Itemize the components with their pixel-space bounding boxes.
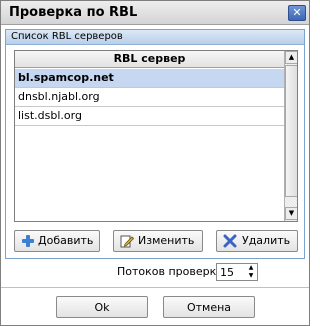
pencil-icon — [120, 235, 134, 248]
cross-icon — [223, 234, 237, 248]
ok-button-label: Ok — [94, 301, 110, 314]
delete-button[interactable]: Удалить — [216, 230, 298, 252]
threads-label: Потоков проверки: — [117, 265, 228, 278]
close-button[interactable]: ✕ — [288, 5, 306, 21]
threads-count-stepper[interactable]: 15 ▲ ▼ — [216, 263, 258, 281]
rbl-check-dialog: Проверка по RBL ✕ Список RBL серверов RB… — [0, 0, 310, 326]
vertical-scrollbar[interactable]: ▲ ▼ — [284, 51, 297, 221]
stepper-down-icon[interactable]: ▼ — [245, 272, 257, 280]
ok-button[interactable]: Ok — [56, 296, 148, 318]
cancel-button[interactable]: Отмена — [163, 296, 255, 318]
rbl-servers-panel: Список RBL серверов RBL сервер bl.spamco… — [5, 29, 305, 259]
edit-button[interactable]: Изменить — [113, 230, 203, 252]
rbl-server-list[interactable]: RBL сервер bl.spamcop.net dnsbl.njabl.or… — [14, 50, 298, 222]
edit-button-label: Изменить — [138, 234, 195, 247]
add-button[interactable]: Добавить — [14, 230, 100, 252]
close-icon: ✕ — [292, 6, 302, 19]
list-item[interactable]: bl.spamcop.net — [15, 69, 284, 88]
scroll-down-button[interactable]: ▼ — [285, 207, 297, 220]
plus-icon — [22, 235, 34, 247]
list-rows: bl.spamcop.net dnsbl.njabl.org list.dsbl… — [15, 69, 284, 126]
stepper-buttons[interactable]: ▲ ▼ — [245, 264, 257, 280]
list-item[interactable]: dnsbl.njabl.org — [15, 88, 284, 107]
arrow-up-icon: ▲ — [288, 53, 295, 61]
panel-header: Список RBL серверов — [6, 30, 304, 45]
divider — [1, 287, 309, 288]
threads-count-value[interactable]: 15 — [220, 266, 234, 279]
panel-title: Список RBL серверов — [11, 31, 123, 42]
stepper-up-icon[interactable]: ▲ — [245, 264, 257, 272]
add-button-label: Добавить — [38, 234, 94, 247]
scrollbar-thumb[interactable] — [285, 65, 297, 197]
scroll-up-button[interactable]: ▲ — [285, 51, 297, 64]
delete-button-label: Удалить — [242, 234, 291, 247]
window-title: Проверка по RBL — [9, 5, 138, 20]
column-header-rbl-server[interactable]: RBL сервер — [15, 51, 284, 68]
title-bar[interactable]: Проверка по RBL ✕ — [1, 1, 309, 25]
list-item[interactable]: list.dsbl.org — [15, 107, 284, 126]
cancel-button-label: Отмена — [186, 301, 232, 314]
arrow-down-icon: ▼ — [288, 209, 295, 217]
